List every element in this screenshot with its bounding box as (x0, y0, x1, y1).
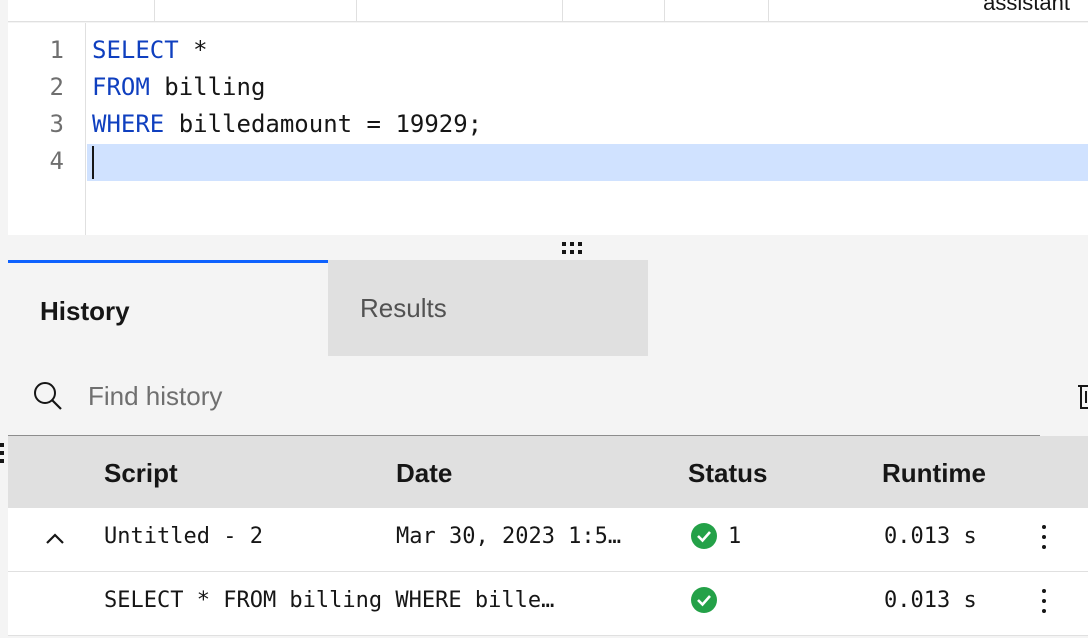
column-header-status[interactable]: Status (688, 458, 767, 489)
text-cursor (92, 146, 94, 179)
tab-label: Results (360, 293, 447, 323)
tab-label: History (40, 296, 130, 326)
line-number-gutter: 1 2 3 4 (8, 23, 86, 235)
active-line-highlight (87, 144, 1088, 181)
runtime-cell: 0.013 s (884, 524, 977, 549)
history-table: Script Date Status Runtime Untitled - 2 … (8, 436, 1088, 638)
toolbar-divider (664, 0, 665, 22)
sql-keyword: WHERE (92, 110, 165, 138)
toolbar-divider (768, 0, 769, 22)
code-text: billing (149, 73, 266, 101)
script-cell: SELECT * FROM billing WHERE bille… (104, 588, 555, 613)
panel-splitter[interactable] (8, 235, 1088, 261)
table-row[interactable]: SELECT * FROM billing WHERE bille… 0.013… (8, 572, 1088, 636)
line-number: 1 (49, 36, 64, 64)
code-line[interactable]: FROM billing (92, 73, 265, 101)
overflow-menu-vertical-icon[interactable] (1030, 586, 1058, 616)
sql-keyword: FROM (92, 73, 150, 101)
column-header-date[interactable]: Date (396, 458, 452, 489)
code-text: billedamount = 19929; (164, 110, 483, 138)
code-editor[interactable]: 1 2 3 4 SELECT * FROM billing WHERE bill… (8, 23, 1088, 235)
column-header-runtime[interactable]: Runtime (882, 458, 986, 489)
sql-editor-window: assistant 1 2 3 4 SELECT * FROM billing … (0, 0, 1088, 638)
script-cell: Untitled - 2 (104, 524, 263, 549)
bottom-panel-tabs: History Results (8, 260, 1088, 356)
toolbar-divider (356, 0, 357, 22)
top-toolbar: assistant (8, 0, 1088, 22)
drag-grip-icon[interactable] (0, 443, 4, 465)
toolbar-divider (154, 0, 155, 22)
search-icon (34, 382, 62, 410)
trash-icon[interactable] (1074, 378, 1088, 412)
line-number: 2 (49, 73, 64, 101)
tab-results[interactable]: Results (328, 260, 648, 356)
search-input[interactable] (88, 376, 988, 416)
checkmark-filled-icon (691, 587, 717, 613)
history-search (8, 356, 1040, 436)
code-line[interactable]: SELECT * (92, 36, 208, 64)
assistant-button[interactable]: assistant (983, 0, 1070, 16)
checkmark-filled-icon (691, 523, 717, 549)
date-cell: Mar 30, 2023 1:5… (396, 524, 622, 549)
runtime-cell: 0.013 s (884, 588, 977, 613)
column-header-script[interactable]: Script (104, 458, 178, 489)
code-line[interactable]: WHERE billedamount = 19929; (92, 110, 482, 138)
chevron-up-icon[interactable] (44, 528, 66, 550)
code-text: * (178, 36, 208, 64)
table-header: Script Date Status Runtime (8, 436, 1088, 508)
line-number: 4 (49, 147, 64, 175)
sql-keyword: SELECT (92, 36, 179, 64)
drag-grip-icon[interactable] (562, 242, 588, 256)
table-row[interactable]: Untitled - 2 Mar 30, 2023 1:5… 1 0.013 s (8, 508, 1088, 572)
tab-history[interactable]: History (8, 260, 328, 356)
overflow-menu-vertical-icon[interactable] (1030, 522, 1058, 552)
toolbar-divider (562, 0, 563, 22)
line-number: 3 (49, 110, 64, 138)
status-count: 1 (728, 524, 742, 549)
